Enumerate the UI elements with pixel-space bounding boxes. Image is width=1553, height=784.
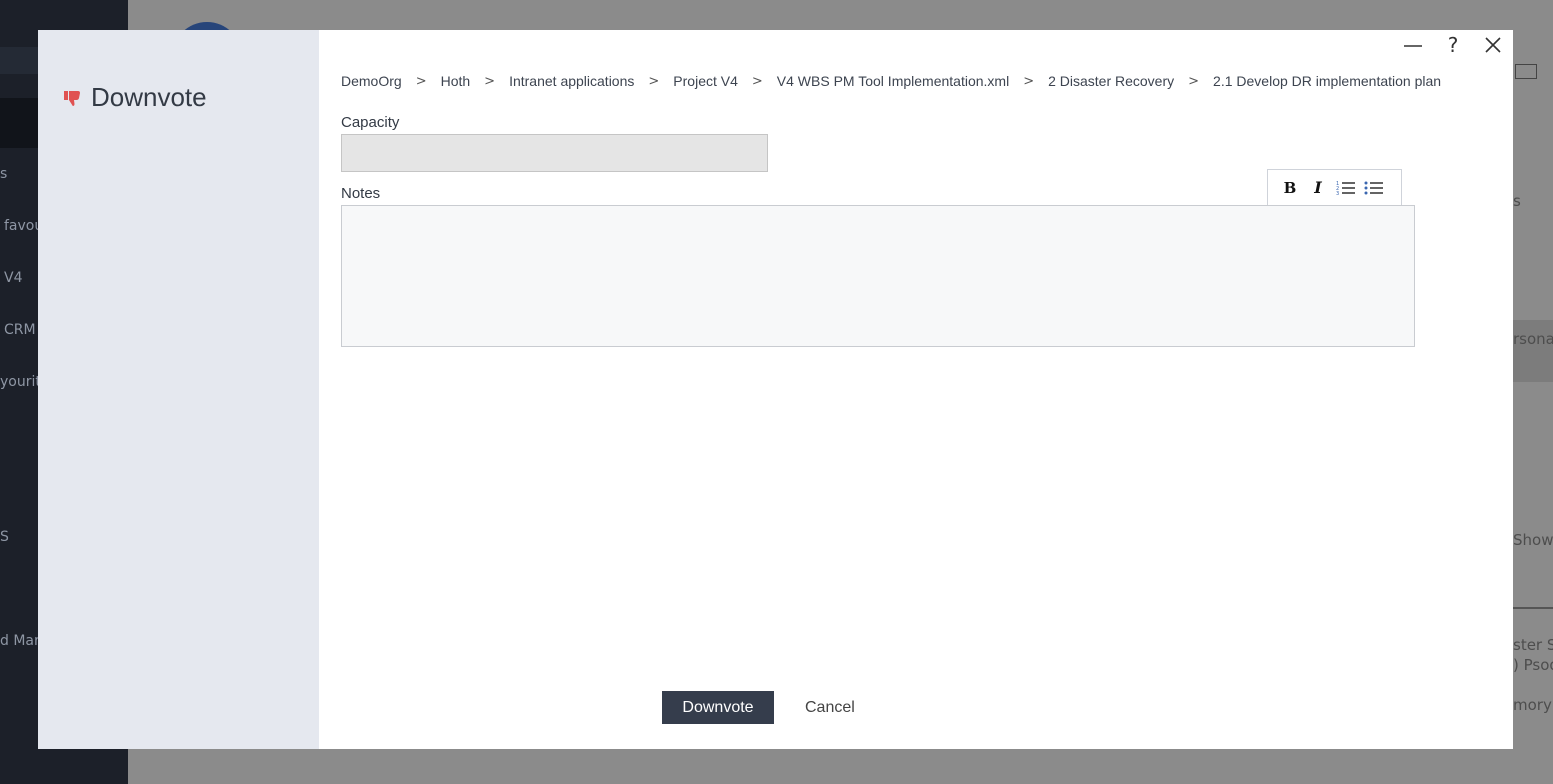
background-divider bbox=[1513, 607, 1553, 609]
bold-icon[interactable]: B bbox=[1280, 178, 1300, 198]
italic-icon[interactable]: I bbox=[1308, 178, 1328, 198]
background-text: rsona bbox=[1513, 330, 1553, 348]
breadcrumb-item[interactable]: 2 Disaster Recovery bbox=[1048, 73, 1174, 89]
notes-formatting-toolbar: B I 1 2 3 bbox=[1267, 169, 1402, 205]
capacity-label: Capacity bbox=[341, 114, 400, 131]
breadcrumb-item[interactable]: Project V4 bbox=[673, 73, 738, 89]
background-text: mory bbox=[1513, 696, 1552, 714]
background-sidebar-item: V4 bbox=[4, 270, 23, 286]
background-text: s bbox=[1513, 192, 1521, 210]
dialog-content: ? DemoOrg > Hoth > Intranet applications… bbox=[319, 30, 1513, 749]
notes-label: Notes bbox=[341, 185, 381, 202]
background-sidebar-block bbox=[0, 98, 38, 148]
background-sidebar-block bbox=[0, 47, 38, 74]
thumbs-down-icon bbox=[63, 88, 83, 108]
dialog-side-panel: Downvote bbox=[38, 30, 319, 749]
capacity-field[interactable] bbox=[341, 134, 768, 172]
background-sidebar-item: favour bbox=[4, 218, 38, 234]
background-sidebar-item: CRM bbox=[4, 322, 36, 338]
dialog-title-text: Downvote bbox=[91, 82, 207, 112]
breadcrumb: DemoOrg > Hoth > Intranet applications >… bbox=[341, 73, 1441, 89]
bullet-list-icon[interactable] bbox=[1364, 178, 1384, 198]
notes-textarea[interactable] bbox=[341, 205, 1415, 347]
downvote-dialog: Downvote ? DemoOrg > Hoth > Intranet app… bbox=[38, 30, 1513, 749]
breadcrumb-item[interactable]: Hoth bbox=[441, 73, 471, 89]
downvote-button[interactable]: Downvote bbox=[662, 691, 774, 724]
cancel-button[interactable]: Cancel bbox=[793, 691, 867, 724]
ordered-list-icon[interactable]: 1 2 3 bbox=[1336, 178, 1356, 198]
background-sidebar-item: d Mark bbox=[0, 633, 38, 649]
breadcrumb-item[interactable]: 2.1 Develop DR implementation plan bbox=[1213, 73, 1441, 89]
dialog-title: Downvote bbox=[63, 82, 207, 113]
background-sidebar-item: yourite bbox=[0, 374, 38, 390]
chevron-right-icon: > bbox=[751, 73, 763, 89]
close-icon[interactable] bbox=[1483, 34, 1503, 56]
background-sidebar-item: S bbox=[0, 529, 9, 545]
help-icon[interactable]: ? bbox=[1443, 33, 1463, 57]
breadcrumb-item[interactable]: Intranet applications bbox=[509, 73, 634, 89]
chevron-right-icon: > bbox=[1188, 73, 1200, 89]
chevron-right-icon: > bbox=[1023, 73, 1035, 89]
background-text: Show bbox=[1513, 531, 1553, 549]
minimize-icon[interactable] bbox=[1403, 34, 1423, 56]
chevron-right-icon: > bbox=[648, 73, 660, 89]
background-text: ster Su bbox=[1513, 636, 1553, 654]
mail-icon bbox=[1515, 64, 1537, 79]
chevron-right-icon: > bbox=[484, 73, 496, 89]
background-sidebar-item: s bbox=[0, 166, 8, 182]
breadcrumb-item[interactable]: V4 WBS PM Tool Implementation.xml bbox=[777, 73, 1009, 89]
breadcrumb-item[interactable]: DemoOrg bbox=[341, 73, 402, 89]
svg-text:3: 3 bbox=[1336, 191, 1339, 197]
background-text: ) Psod bbox=[1513, 656, 1553, 674]
chevron-right-icon: > bbox=[415, 73, 427, 89]
window-controls: ? bbox=[1403, 33, 1503, 57]
